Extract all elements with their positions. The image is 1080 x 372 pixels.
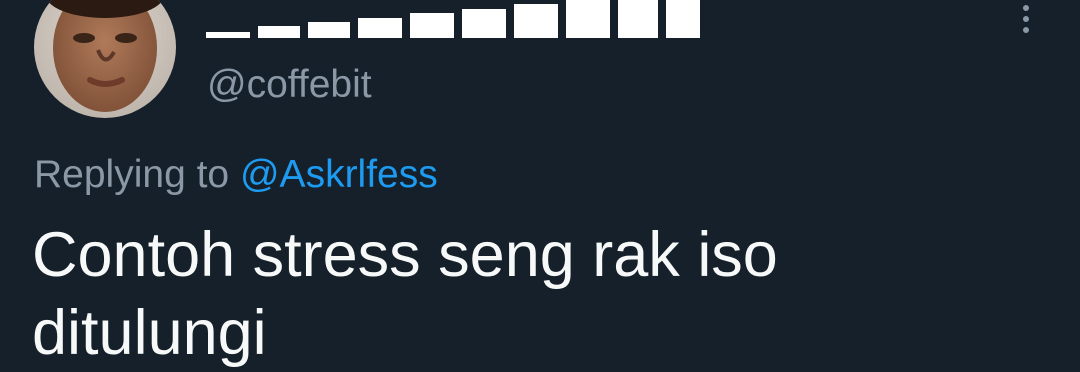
redaction-block <box>514 4 558 38</box>
display-name-redacted[interactable] <box>206 0 700 38</box>
reply-to-mention-link[interactable]: @Askrlfess <box>240 153 438 196</box>
redaction-block <box>618 0 658 38</box>
redaction-block <box>566 0 610 38</box>
redaction-block <box>666 0 700 38</box>
user-avatar-photo-icon <box>34 0 176 118</box>
user-handle[interactable]: @coffebit <box>207 62 372 108</box>
redaction-block <box>308 22 350 38</box>
redaction-block <box>462 9 506 38</box>
avatar[interactable] <box>34 0 176 118</box>
more-vertical-icon[interactable] <box>1006 0 1046 40</box>
reply-context: Replying to @Askrlfess <box>34 152 438 198</box>
redaction-block <box>258 26 300 38</box>
redaction-block <box>206 32 250 38</box>
redaction-block <box>358 18 402 38</box>
tweet-text: Contoh stress seng rak iso ditulungi <box>32 220 778 368</box>
redaction-block <box>410 13 454 38</box>
reply-prefix: Replying to <box>34 153 230 196</box>
